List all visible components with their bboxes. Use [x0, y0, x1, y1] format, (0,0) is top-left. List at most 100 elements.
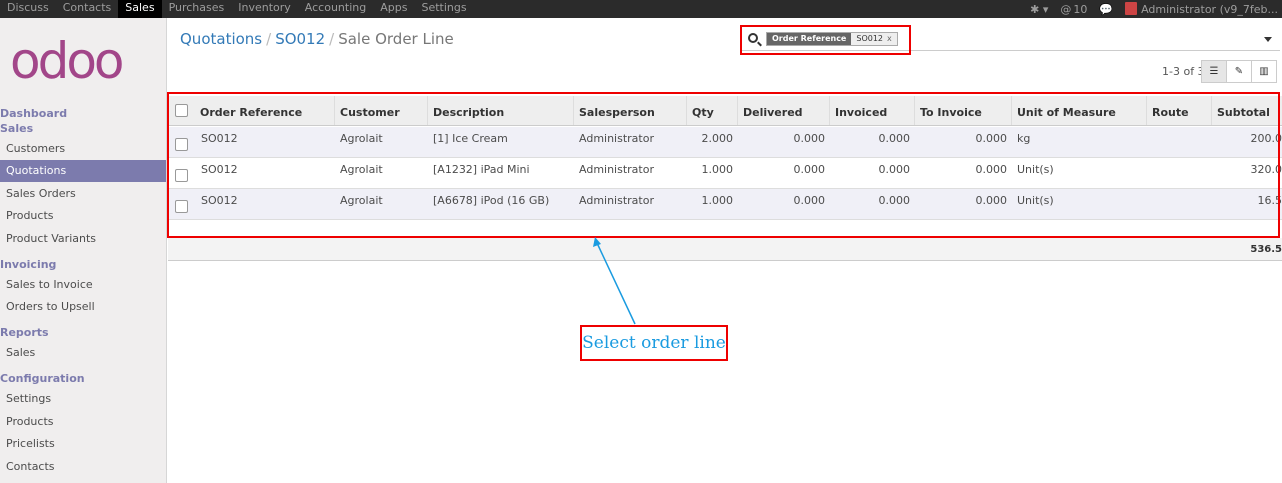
- sidebar-item-quotations[interactable]: Quotations: [0, 160, 166, 182]
- cell-invoiced: 0.000: [878, 194, 911, 207]
- search-input[interactable]: Order Reference SO012 x: [741, 27, 1280, 51]
- sidebar-item-pricelists[interactable]: Pricelists: [0, 433, 166, 455]
- odoo-logo: odoo: [10, 36, 125, 86]
- bug-icon[interactable]: ✱ ▾: [1030, 2, 1048, 17]
- systray: ✱ ▾ @10 💬 Administrator (v9_7feb...: [1018, 0, 1282, 18]
- sidebar-item-products[interactable]: Products: [0, 205, 166, 227]
- select-all-checkbox[interactable]: [175, 104, 188, 117]
- row-checkbox[interactable]: [175, 138, 188, 151]
- sidebar: odoo Dashboard Sales Customers Quotation…: [0, 18, 167, 483]
- table-row[interactable]: SO012 Agrolait [A6678] iPod (16 GB) Admi…: [168, 189, 1282, 220]
- view-switcher: ☰ ✎ ▥: [1201, 60, 1277, 83]
- row-checkbox[interactable]: [175, 200, 188, 213]
- cell-customer: Agrolait: [340, 163, 383, 176]
- cell-route: [1152, 158, 1211, 188]
- cell-subtotal: 200.0: [1250, 132, 1282, 145]
- sidebar-dashboard[interactable]: Dashboard: [0, 107, 67, 120]
- sidebar-section-configuration: Configuration: [0, 372, 85, 385]
- messages-button[interactable]: @10: [1060, 2, 1087, 17]
- list-view-button[interactable]: ☰: [1201, 60, 1227, 83]
- sidebar-item-reports-sales[interactable]: Sales: [0, 342, 166, 364]
- cell-description: [A6678] iPod (16 GB): [433, 194, 550, 207]
- cell-qty: 2.000: [701, 132, 734, 145]
- chat-icon[interactable]: 💬: [1099, 2, 1113, 17]
- col-salesperson[interactable]: Salesperson: [573, 96, 686, 125]
- cell-customer: Agrolait: [340, 132, 383, 145]
- sidebar-item-config-products[interactable]: Products: [0, 411, 166, 433]
- breadcrumb-quotations[interactable]: Quotations: [180, 30, 262, 48]
- facet-value: SO012: [856, 34, 884, 43]
- cell-delivered: 0.000: [793, 194, 826, 207]
- menu-apps[interactable]: Apps: [373, 0, 414, 18]
- sidebar-item-settings[interactable]: Settings: [0, 388, 166, 410]
- search-options-chevron-down-icon[interactable]: [1264, 37, 1272, 42]
- cell-invoiced: 0.000: [878, 132, 911, 145]
- cell-delivered: 0.000: [793, 132, 826, 145]
- sidebar-section-sales: Sales: [0, 122, 34, 135]
- subtotal-sum: 536.5: [1250, 244, 1282, 255]
- breadcrumb-separator: /: [329, 30, 335, 48]
- breadcrumb-so012[interactable]: SO012: [275, 30, 325, 48]
- col-to-invoice[interactable]: To Invoice: [914, 96, 1011, 125]
- menu-sales[interactable]: Sales: [118, 0, 162, 18]
- menu-purchases[interactable]: Purchases: [162, 0, 232, 18]
- user-menu[interactable]: Administrator (v9_7feb...: [1125, 1, 1278, 17]
- col-qty[interactable]: Qty: [686, 96, 737, 125]
- col-customer[interactable]: Customer: [334, 96, 427, 125]
- sidebar-section-reports: Reports: [0, 326, 49, 339]
- cell-to-invoice: 0.000: [975, 194, 1008, 207]
- cell-to-invoice: 0.000: [975, 163, 1008, 176]
- col-subtotal[interactable]: Subtotal: [1211, 96, 1282, 125]
- app-menu: Discuss Contacts Sales Purchases Invento…: [0, 0, 474, 18]
- menu-contacts[interactable]: Contacts: [56, 0, 119, 18]
- cell-salesperson: Administrator: [579, 132, 654, 145]
- cell-subtotal: 16.5: [1257, 194, 1282, 207]
- cell-invoiced: 0.000: [878, 163, 911, 176]
- cell-description: [A1232] iPad Mini: [433, 163, 530, 176]
- avatar: [1125, 1, 1138, 15]
- col-delivered[interactable]: Delivered: [737, 96, 829, 125]
- sidebar-item-product-variants[interactable]: Product Variants: [0, 228, 166, 250]
- search-icon: [748, 33, 758, 43]
- table-row[interactable]: SO012 Agrolait [A1232] iPad Mini Adminis…: [168, 158, 1282, 189]
- sidebar-item-orders-to-upsell[interactable]: Orders to Upsell: [0, 296, 166, 318]
- menu-inventory[interactable]: Inventory: [231, 0, 298, 18]
- menu-settings[interactable]: Settings: [414, 0, 473, 18]
- cell-salesperson: Administrator: [579, 194, 654, 207]
- table-footer: 536.5: [168, 238, 1282, 261]
- cell-subtotal: 320.0: [1250, 163, 1282, 176]
- col-description[interactable]: Description: [427, 96, 573, 125]
- cell-order-reference: SO012: [201, 132, 238, 145]
- col-route[interactable]: Route: [1146, 96, 1211, 125]
- sidebar-item-contacts[interactable]: Contacts: [0, 456, 166, 478]
- col-invoiced[interactable]: Invoiced: [829, 96, 914, 125]
- messages-count: 10: [1073, 2, 1088, 16]
- cell-unit-of-measure: kg: [1017, 132, 1031, 145]
- facet-label: Order Reference: [767, 33, 852, 45]
- facet-remove-icon[interactable]: x: [887, 34, 892, 43]
- graph-view-button[interactable]: ▥: [1251, 60, 1277, 83]
- cell-route: [1152, 127, 1211, 157]
- annotation-label: Select order line: [580, 325, 728, 361]
- cell-to-invoice: 0.000: [975, 132, 1008, 145]
- menu-accounting[interactable]: Accounting: [298, 0, 373, 18]
- facet-value-wrap: SO012 x: [851, 33, 897, 45]
- form-view-button[interactable]: ✎: [1226, 60, 1252, 83]
- cell-customer: Agrolait: [340, 194, 383, 207]
- pager-value[interactable]: 1-3 of 3: [1162, 65, 1205, 78]
- top-navbar: Discuss Contacts Sales Purchases Invento…: [0, 0, 1282, 18]
- sidebar-item-sales-orders[interactable]: Sales Orders: [0, 183, 166, 205]
- sidebar-item-sales-to-invoice[interactable]: Sales to Invoice: [0, 274, 166, 296]
- cell-qty: 1.000: [701, 194, 734, 207]
- cell-salesperson: Administrator: [579, 163, 654, 176]
- cell-qty: 1.000: [701, 163, 734, 176]
- row-checkbox[interactable]: [175, 169, 188, 182]
- sidebar-item-customers[interactable]: Customers: [0, 138, 166, 160]
- col-order-reference[interactable]: Order Reference: [195, 96, 333, 125]
- breadcrumb: Quotations / SO012/Sale Order Line: [180, 30, 454, 48]
- table-row[interactable]: SO012 Agrolait [1] Ice Cream Administrat…: [168, 127, 1282, 158]
- col-unit-of-measure[interactable]: Unit of Measure: [1011, 96, 1146, 125]
- menu-discuss[interactable]: Discuss: [0, 0, 56, 18]
- cell-order-reference: SO012: [201, 194, 238, 207]
- user-name: Administrator (v9_7feb...: [1141, 2, 1278, 16]
